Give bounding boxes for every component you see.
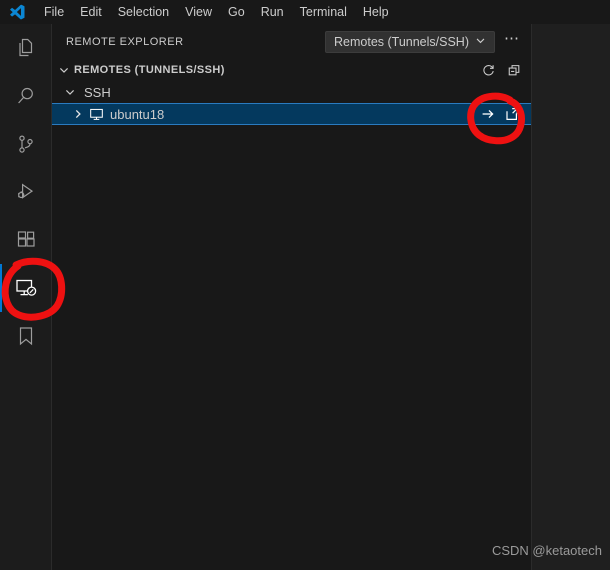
run-and-debug-icon xyxy=(14,180,38,204)
refresh-icon[interactable] xyxy=(479,61,497,79)
remote-tree: SSH ubuntu18 xyxy=(52,81,531,125)
active-indicator xyxy=(0,168,2,216)
active-indicator xyxy=(0,216,2,264)
activity-item-extensions[interactable] xyxy=(0,216,51,264)
section-header-remotes[interactable]: REMOTES (TUNNELS/SSH) xyxy=(52,59,531,81)
title-bar: File Edit Selection View Go Run Terminal… xyxy=(0,0,610,24)
tree-item-label: ubuntu18 xyxy=(110,106,165,122)
desktop-icon xyxy=(88,106,104,122)
menu-item-run[interactable]: Run xyxy=(253,2,292,22)
menu-item-selection[interactable]: Selection xyxy=(110,2,177,22)
vscode-logo-icon xyxy=(6,2,28,22)
collapse-all-icon[interactable] xyxy=(505,61,523,79)
active-indicator xyxy=(0,72,2,120)
more-actions-button[interactable]: ⋯ xyxy=(501,31,523,53)
menu-bar: File Edit Selection View Go Run Terminal… xyxy=(36,0,397,24)
chevron-down-icon xyxy=(475,35,486,49)
source-control-icon xyxy=(14,132,38,156)
arrow-right-icon[interactable] xyxy=(479,105,497,123)
active-indicator xyxy=(0,120,2,168)
chevron-down-icon xyxy=(56,62,72,78)
menu-item-edit[interactable]: Edit xyxy=(72,2,110,22)
remote-explorer-icon xyxy=(13,275,39,301)
activity-item-bookmarks[interactable] xyxy=(0,312,51,360)
tree-item-label: SSH xyxy=(84,84,111,100)
tree-item-ssh[interactable]: SSH xyxy=(52,81,531,103)
tree-item-actions xyxy=(479,105,531,123)
page-title: REMOTE EXPLORER xyxy=(66,35,184,48)
active-indicator xyxy=(0,264,2,312)
section-title: REMOTES (TUNNELS/SSH) xyxy=(74,64,225,76)
menu-item-go[interactable]: Go xyxy=(220,2,253,22)
menu-item-help[interactable]: Help xyxy=(355,2,397,22)
tree-item-ubuntu18[interactable]: ubuntu18 xyxy=(52,103,531,125)
activity-item-explorer[interactable] xyxy=(0,24,51,72)
vscode-window: File Edit Selection View Go Run Terminal… xyxy=(0,0,610,570)
activity-bar xyxy=(0,24,52,570)
chevron-right-icon[interactable] xyxy=(70,106,86,122)
activity-item-search[interactable] xyxy=(0,72,51,120)
new-window-icon[interactable] xyxy=(503,105,521,123)
remote-type-value: Remotes (Tunnels/SSH) xyxy=(334,34,469,49)
bookmark-icon xyxy=(14,324,38,348)
menu-item-terminal[interactable]: Terminal xyxy=(292,2,355,22)
pane-title-bar: REMOTE EXPLORER Remotes (Tunnels/SSH) ⋯ xyxy=(52,24,531,59)
activity-item-run-and-debug[interactable] xyxy=(0,168,51,216)
active-indicator xyxy=(0,24,2,72)
activity-item-source-control[interactable] xyxy=(0,120,51,168)
extensions-icon xyxy=(14,228,38,252)
active-indicator xyxy=(0,312,2,360)
sidebar: REMOTE EXPLORER Remotes (Tunnels/SSH) ⋯ … xyxy=(52,24,532,570)
watermark: CSDN @ketaotech xyxy=(491,543,602,558)
files-icon xyxy=(14,36,38,60)
menu-item-view[interactable]: View xyxy=(177,2,220,22)
activity-item-remote-explorer[interactable] xyxy=(0,264,51,312)
menu-item-file[interactable]: File xyxy=(36,2,72,22)
remote-type-dropdown[interactable]: Remotes (Tunnels/SSH) xyxy=(325,30,495,53)
search-icon xyxy=(14,84,38,108)
section-actions xyxy=(479,61,523,79)
editor-area xyxy=(533,24,610,570)
chevron-down-icon[interactable] xyxy=(62,84,78,100)
